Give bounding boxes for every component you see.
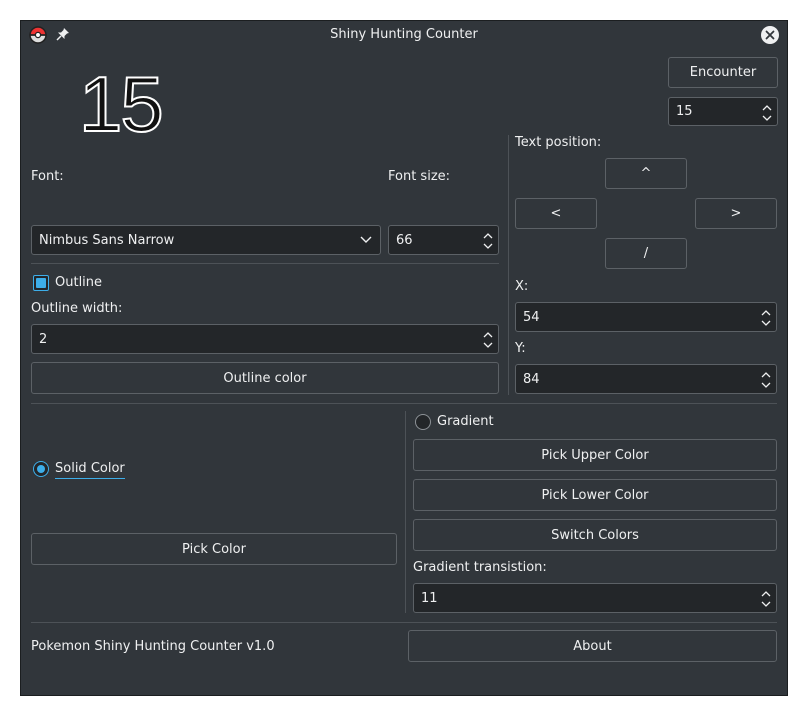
gradient-transition-spinbox[interactable]: 11 <box>413 583 777 613</box>
app-window: Shiny Hunting Counter 15 Encounter 15 Fo… <box>20 20 788 696</box>
outline-checkbox-label[interactable]: Outline <box>55 275 102 290</box>
window-title: Shiny Hunting Counter <box>330 27 478 42</box>
encounter-count-value: 15 <box>676 104 693 119</box>
y-position-value: 84 <box>523 371 540 387</box>
font-label: Font: <box>31 169 64 184</box>
pick-upper-color-button[interactable]: Pick Upper Color <box>413 439 777 471</box>
outline-color-button[interactable]: Outline color <box>31 362 499 394</box>
outline-width-label: Outline width: <box>31 301 123 316</box>
counter-preview: 15 <box>78 60 165 148</box>
divider <box>405 411 406 613</box>
gradient-transition-label: Gradient transistion: <box>413 560 547 575</box>
move-right-button[interactable]: > <box>695 198 777 229</box>
chevron-down-icon <box>360 236 372 243</box>
divider <box>31 263 499 264</box>
spin-arrows-icon[interactable] <box>482 229 494 253</box>
pin-icon[interactable] <box>56 27 70 41</box>
x-position-spinbox[interactable]: 54 <box>515 302 777 332</box>
solid-color-label[interactable]: Solid Color <box>55 461 125 479</box>
encounter-count-spinbox[interactable]: 15 <box>668 97 778 126</box>
divider <box>31 622 777 623</box>
pick-lower-color-button[interactable]: Pick Lower Color <box>413 479 777 511</box>
divider <box>31 403 777 404</box>
pokeball-icon <box>28 25 48 45</box>
gradient-label[interactable]: Gradient <box>437 414 494 429</box>
font-size-value: 66 <box>396 232 413 248</box>
gradient-radio[interactable] <box>415 414 431 430</box>
outline-width-spinbox[interactable]: 2 <box>31 324 499 354</box>
divider <box>508 135 509 395</box>
move-left-button[interactable]: < <box>515 198 597 229</box>
switch-colors-button[interactable]: Switch Colors <box>413 519 777 551</box>
close-button[interactable] <box>760 25 780 45</box>
y-label: Y: <box>515 341 526 356</box>
spin-arrows-icon[interactable] <box>482 328 494 352</box>
y-position-spinbox[interactable]: 84 <box>515 364 777 394</box>
version-label: Pokemon Shiny Hunting Counter v1.0 <box>31 639 275 654</box>
outline-checkbox[interactable] <box>33 275 49 291</box>
font-value: Nimbus Sans Narrow <box>39 232 175 248</box>
gradient-transition-value: 11 <box>421 590 438 606</box>
solid-color-radio[interactable] <box>33 461 49 477</box>
move-up-button[interactable]: ^ <box>605 158 687 189</box>
pick-color-button[interactable]: Pick Color <box>31 533 397 565</box>
font-size-spinbox[interactable]: 66 <box>388 225 499 255</box>
font-size-label: Font size: <box>388 169 451 184</box>
move-down-button[interactable]: / <box>605 238 687 269</box>
font-combobox[interactable]: Nimbus Sans Narrow <box>31 225 381 255</box>
spin-arrows-icon[interactable] <box>760 306 772 330</box>
text-position-label: Text position: <box>515 135 602 150</box>
encounter-button[interactable]: Encounter <box>668 57 778 88</box>
x-position-value: 54 <box>523 309 540 325</box>
spin-arrows-icon[interactable] <box>760 368 772 392</box>
about-button[interactable]: About <box>408 630 777 662</box>
spin-arrows-icon[interactable] <box>760 587 772 611</box>
outline-width-value: 2 <box>39 331 48 347</box>
spin-arrows-icon[interactable] <box>761 101 773 125</box>
close-icon <box>761 26 779 44</box>
x-label: X: <box>515 279 529 294</box>
